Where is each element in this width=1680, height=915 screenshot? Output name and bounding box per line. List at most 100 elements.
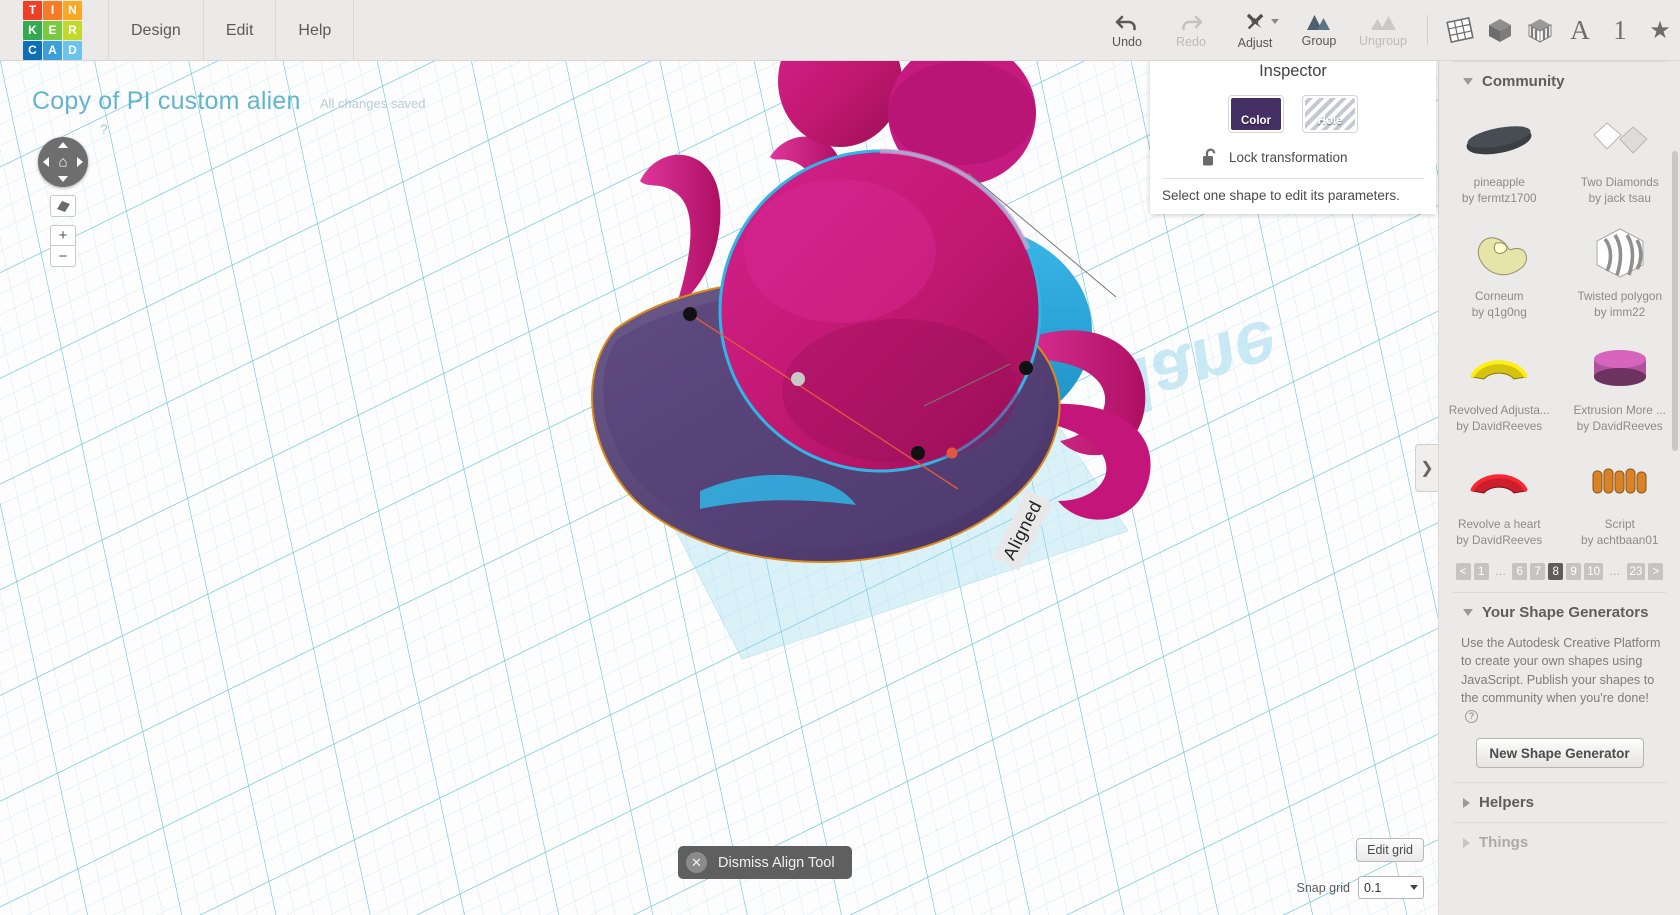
shape-author: by DavidReeves — [1456, 419, 1543, 433]
sidebar-scrollbar[interactable] — [1672, 151, 1678, 451]
close-icon: ✕ — [686, 852, 707, 873]
logo-cell-r: R — [63, 20, 82, 40]
shape-name: Two Diamonds — [1580, 175, 1659, 189]
menu-help[interactable]: Help — [276, 0, 355, 61]
document-title[interactable]: Copy of PI custom alien — [32, 87, 301, 116]
community-shape-item[interactable]: Corneum by q1g0ng — [1439, 215, 1560, 325]
toolbar-divider — [1427, 15, 1428, 45]
community-pagination: <1 … 6 7 8 9 10 … 23 > — [1439, 553, 1680, 592]
shape-thumbnail-icon — [1577, 105, 1663, 171]
pagination-next[interactable]: > — [1648, 563, 1664, 580]
pagination-page-6[interactable]: 6 — [1512, 563, 1528, 580]
orbit-pad[interactable]: ⌂ — [38, 137, 88, 187]
menu-design[interactable]: Design — [108, 0, 204, 61]
community-section-header[interactable]: Community — [1439, 62, 1680, 101]
view-navigation-widget: ? ⌂ + − — [38, 121, 108, 267]
color-swatch-button[interactable]: Color — [1228, 95, 1284, 133]
adjust-icon — [1246, 13, 1264, 29]
pagination-page-1[interactable]: 1 — [1473, 563, 1489, 580]
zoom-out-button[interactable]: − — [50, 246, 76, 267]
menu-edit[interactable]: Edit — [204, 0, 277, 61]
community-shape-item[interactable]: pineapple by fermtz1700 — [1439, 101, 1560, 211]
dismiss-align-tool-button[interactable]: ✕ Dismiss Align Tool — [678, 846, 852, 879]
workplane-button[interactable] — [1440, 0, 1480, 61]
ruler-cube-icon — [1528, 19, 1552, 43]
new-shape-generator-button[interactable]: New Shape Generator — [1475, 738, 1644, 769]
pagination-page-10[interactable]: 10 — [1584, 563, 1603, 580]
snap-grid-label: Snap grid — [1296, 880, 1350, 895]
generators-description-text: Use the Autodesk Creative Platform to cr… — [1461, 636, 1661, 705]
orbit-right-arrow[interactable] — [77, 157, 83, 167]
orbit-down-arrow[interactable] — [58, 176, 68, 182]
logo-cell-t: T — [23, 0, 42, 20]
ruler-cube-button[interactable] — [1520, 0, 1560, 61]
unlock-icon — [1203, 148, 1216, 166]
shape-author: by DavidReeves — [1456, 533, 1543, 547]
redo-button[interactable]: Redo — [1159, 0, 1223, 61]
pagination-page-9[interactable]: 9 — [1566, 563, 1582, 580]
save-status: All changes saved — [320, 96, 426, 111]
chevron-right-icon — [1463, 797, 1470, 808]
main-menu: Design Edit Help — [108, 0, 355, 61]
shape-thumbnail-icon — [1456, 105, 1542, 171]
community-shape-item[interactable]: Revolved Adjusta... by DavidReeves — [1439, 329, 1560, 439]
things-section-header[interactable]: Things — [1439, 823, 1680, 862]
hole-swatch-label: Hole — [1305, 98, 1355, 130]
collapse-panel-handle[interactable]: ❯ — [1415, 444, 1438, 492]
community-shape-item[interactable]: Extrusion More ... by DavidReeves — [1560, 329, 1680, 439]
pagination-page-8[interactable]: 8 — [1548, 563, 1564, 580]
shape-thumbnail-icon — [1456, 219, 1542, 285]
snap-grid-select[interactable]: 0.1 — [1358, 876, 1424, 899]
community-shape-item[interactable]: Script by achtbaan01 — [1560, 443, 1680, 553]
tinkercad-logo[interactable]: T I N K E R C A D — [23, 0, 82, 60]
edit-grid-button[interactable]: Edit grid — [1356, 838, 1424, 862]
fit-view-button[interactable] — [50, 195, 76, 217]
generators-help-icon[interactable]: ? — [1465, 710, 1478, 724]
ungroup-icon — [1371, 15, 1396, 30]
star-button[interactable]: ★ — [1640, 0, 1680, 61]
zoom-in-button[interactable]: + — [50, 225, 76, 246]
shape-name: pineapple — [1473, 175, 1525, 189]
community-section-title: Community — [1482, 73, 1565, 90]
pagination-ellipsis: … — [1494, 565, 1507, 578]
cube-button[interactable] — [1480, 0, 1520, 61]
adjust-label: Adjust — [1237, 35, 1273, 50]
generators-section-title: Your Shape Generators — [1482, 604, 1649, 621]
pagination-page-7[interactable]: 7 — [1530, 563, 1546, 580]
community-shape-item[interactable]: Revolve a heart by DavidReeves — [1439, 443, 1560, 553]
dismiss-align-label: Dismiss Align Tool — [718, 854, 835, 871]
chevron-right-icon — [1463, 837, 1470, 848]
ungroup-button[interactable]: Ungroup — [1351, 0, 1415, 61]
generators-section-header[interactable]: Your Shape Generators — [1439, 593, 1680, 632]
shape-author: by jack tsau — [1588, 191, 1651, 205]
adjust-dropdown-caret[interactable] — [1271, 18, 1279, 24]
group-icon — [1307, 14, 1330, 30]
redo-label: Redo — [1176, 34, 1206, 49]
shape-thumbnail-icon — [1577, 447, 1663, 513]
logo-cell-a: A — [43, 40, 62, 60]
pagination-page-23[interactable]: 23 — [1626, 563, 1646, 580]
lock-transformation-toggle[interactable]: Lock transformation — [1202, 147, 1436, 167]
orbit-left-arrow[interactable] — [43, 157, 49, 167]
chevron-down-icon — [1463, 609, 1473, 616]
group-button[interactable]: Group — [1287, 0, 1351, 61]
nav-help-icon[interactable]: ? — [100, 121, 108, 137]
helpers-section-header[interactable]: Helpers — [1439, 783, 1680, 822]
ungroup-label: Ungroup — [1359, 33, 1407, 48]
logo-cell-n: N — [63, 0, 82, 20]
hole-swatch-button[interactable]: Hole — [1302, 95, 1358, 133]
shape-name: Revolved Adjusta... — [1448, 403, 1550, 417]
number-button[interactable]: 1 — [1600, 0, 1640, 61]
undo-icon — [1115, 15, 1136, 30]
community-shape-item[interactable]: Twisted polygon by imm22 — [1560, 215, 1680, 325]
logo-cell-d: D — [63, 40, 82, 60]
pagination-ellipsis: … — [1609, 565, 1621, 578]
home-view-icon[interactable]: ⌂ — [58, 154, 67, 171]
pagination-prev[interactable]: < — [1455, 563, 1471, 580]
shape-thumbnail-icon — [1456, 333, 1542, 399]
adjust-button[interactable]: Adjust — [1223, 0, 1287, 61]
community-shape-item[interactable]: Two Diamonds by jack tsau — [1560, 101, 1680, 211]
text-button[interactable]: A — [1560, 0, 1600, 61]
undo-button[interactable]: Undo — [1095, 0, 1159, 61]
orbit-up-arrow[interactable] — [58, 142, 68, 148]
